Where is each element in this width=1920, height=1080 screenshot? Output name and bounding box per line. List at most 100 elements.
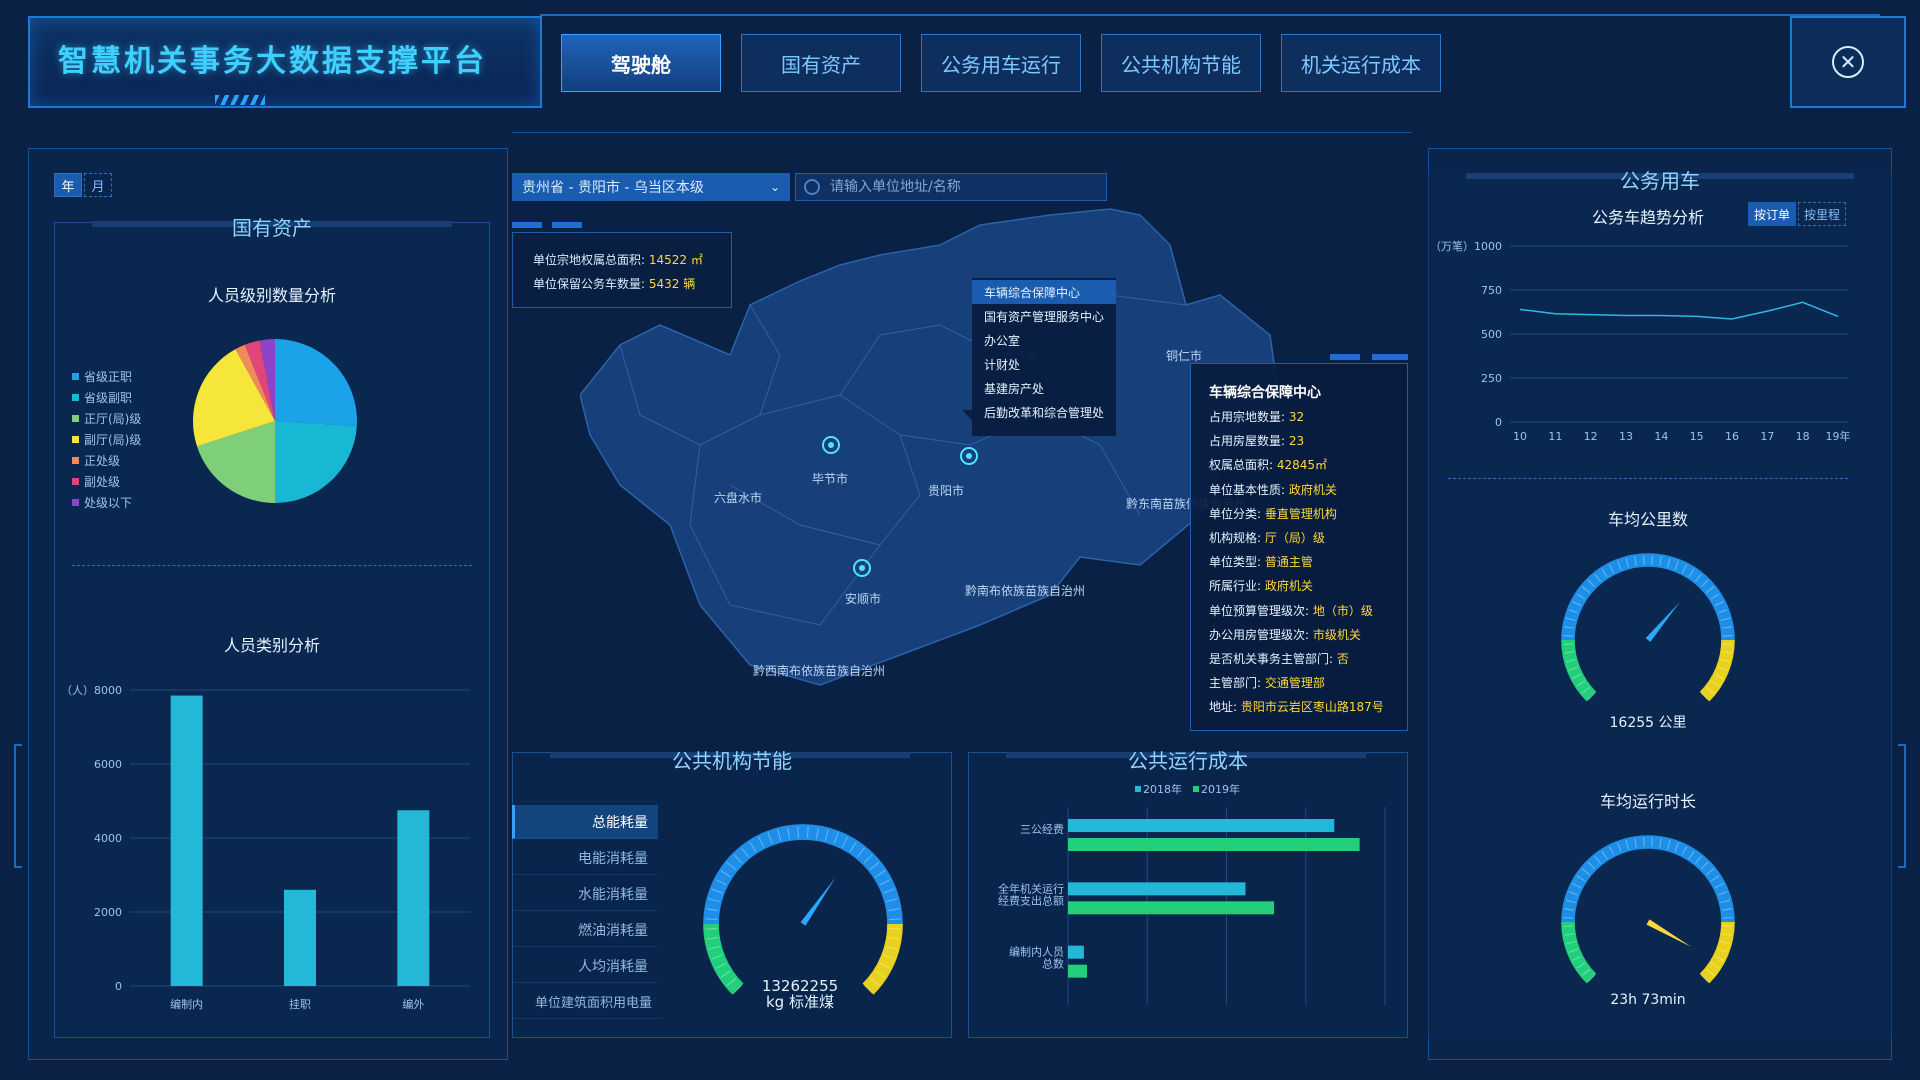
unit-detail-card: 车辆综合保障中心 占用宗地数量: 32 占用房屋数量: 23 权属总面积: 42…: [1190, 363, 1408, 731]
energy-item-per-area[interactable]: 单位建筑面积用电量: [512, 985, 662, 1019]
detail-row: 权属总面积: 42845㎡: [1209, 458, 1328, 473]
energy-item-total[interactable]: 总能耗量: [512, 805, 658, 839]
legend-label: 2018年: [1143, 782, 1182, 796]
pie-chart: [193, 339, 357, 503]
legend-item: 省级正职: [72, 366, 141, 387]
gauge-tick: [1643, 555, 1645, 565]
map-label-anshun: 安顺市: [845, 591, 881, 606]
gauge-tick: [889, 918, 901, 920]
category-label: 编制内人员: [1009, 945, 1064, 959]
gauge-tick: [705, 928, 717, 930]
energy-item-water[interactable]: 水能消耗量: [512, 877, 658, 911]
energy-item-per-capita[interactable]: 人均消耗量: [512, 949, 658, 983]
pie-slice: [275, 421, 357, 503]
gauge-arc: [1561, 553, 1735, 641]
tab-state-assets[interactable]: 国有资产: [741, 34, 901, 92]
gauge-tick: [889, 928, 901, 930]
y-tick-label: 4000: [94, 832, 122, 845]
map-label-qiannan: 黔南布依族苗族自治州: [965, 583, 1085, 598]
mode-route-button[interactable]: 按里程: [1798, 202, 1846, 226]
detail-row: 是否机关事务主管部门: 否: [1209, 651, 1349, 666]
title-decoration: [215, 95, 265, 105]
bar: [397, 810, 430, 986]
km-gauge: [1561, 553, 1735, 702]
y-tick-label: 2000: [94, 906, 122, 919]
period-month-button[interactable]: 月: [84, 173, 112, 197]
time-gauge: [1561, 835, 1735, 984]
detail-row: 单位类型: 普通主管: [1209, 555, 1313, 570]
category-label: 全年机关运行: [998, 881, 1064, 895]
gauge-arc: [703, 824, 903, 925]
tab-official-vehicles[interactable]: 公务用车运行: [921, 34, 1081, 92]
cars-value: 5432 辆: [648, 277, 696, 291]
detail-row: 单位基本性质: 政府机关: [1209, 482, 1337, 497]
gauge-arc: [1561, 835, 1735, 923]
x-tick-label: 19年: [1826, 429, 1851, 443]
gauge-needle: [800, 877, 836, 926]
time-value: 23h 73min: [1610, 992, 1686, 1008]
menu-item-logistics[interactable]: 后勤改革和综合管理处: [972, 400, 1116, 424]
gauge-tick: [1643, 837, 1645, 847]
category-label: 总数: [1042, 957, 1064, 971]
y-tick-label: （万笔）1000: [1430, 239, 1502, 253]
energy-item-fuel[interactable]: 燃油消耗量: [512, 913, 658, 947]
header-line: [540, 14, 1880, 16]
bar: [1068, 964, 1088, 978]
detail-title: 车辆综合保障中心: [1209, 385, 1321, 401]
close-icon: ✕: [1839, 50, 1857, 74]
detail-row: 单位分类: 垂直管理机构: [1209, 506, 1337, 521]
x-tick-label: 18: [1796, 430, 1810, 443]
gauge-needle: [1646, 919, 1691, 947]
pie-slice: [275, 339, 357, 427]
detail-row: 单位预算管理级次: 地（市）级: [1209, 603, 1373, 618]
y-tick-label: 0: [1495, 416, 1502, 429]
tab-energy-saving[interactable]: 公共机构节能: [1101, 34, 1261, 92]
legend-item: 副厅(局)级: [72, 429, 141, 450]
menu-item-construction[interactable]: 基建房产处: [972, 376, 1116, 400]
divider: [1448, 478, 1848, 479]
legend-item: 副处级: [72, 471, 141, 492]
mode-order-button[interactable]: 按订单: [1748, 202, 1796, 226]
legend-item: 正处级: [72, 450, 141, 471]
gauge-tick: [797, 826, 799, 838]
center-frame-top: [512, 132, 1412, 133]
unit-summary-box: 单位宗地权属总面积: 14522 ㎡ 单位保留公务车数量: 5432 辆: [512, 232, 732, 308]
category-label: 经费支出总额: [998, 893, 1064, 907]
x-tick-label: 14: [1654, 430, 1668, 443]
gauge-tick: [1723, 917, 1733, 919]
close-button[interactable]: ✕: [1832, 46, 1864, 78]
energy-item-electric[interactable]: 电能消耗量: [512, 841, 658, 875]
bar: [284, 889, 316, 986]
vehicle-title: 公务用车: [1620, 169, 1700, 193]
legend-label: 2019年: [1201, 782, 1240, 796]
cars-label: 单位保留公务车数量:: [533, 277, 646, 291]
x-tick-label: 11: [1548, 430, 1562, 443]
map-label-bijie: 毕节市: [812, 471, 848, 486]
menu-item-vehicle-center[interactable]: 车辆综合保障中心: [972, 280, 1116, 304]
x-tick-label: 12: [1584, 430, 1598, 443]
gauge-tick: [1723, 925, 1733, 927]
series-line: [1519, 301, 1839, 320]
tab-cockpit[interactable]: 驾驶舱: [561, 34, 721, 92]
tab-operating-cost[interactable]: 机关运行成本: [1281, 34, 1441, 92]
legend-swatch: [1135, 786, 1141, 792]
period-year-button[interactable]: 年: [54, 173, 82, 197]
unit-menu: 车辆综合保障中心 国有资产管理服务中心 办公室 计财处 基建房产处 后勤改革和综…: [972, 278, 1116, 436]
detail-row: 办公用房管理级次: 市级机关: [1209, 627, 1361, 642]
bar-title: 人员类别分析: [223, 636, 320, 655]
x-tick-label: 15: [1690, 430, 1704, 443]
x-tick-label: 10: [1513, 430, 1527, 443]
gauge-tick: [705, 918, 717, 920]
menu-item-asset-center[interactable]: 国有资产管理服务中心: [972, 304, 1116, 328]
menu-item-finance[interactable]: 计财处: [972, 352, 1116, 376]
gauge-tick: [1651, 555, 1653, 565]
frame-bracket-left: [14, 744, 22, 868]
x-tick-label: 13: [1619, 430, 1633, 443]
km-value: 16255 公里: [1609, 715, 1687, 731]
menu-item-office[interactable]: 办公室: [972, 328, 1116, 352]
bar: [1068, 838, 1360, 851]
menu-pointer: [962, 410, 974, 422]
x-tick-label: 编外: [402, 997, 424, 1011]
y-tick-label: 0: [115, 980, 122, 993]
map-label-qianxinan: 黔西南布依族苗族自治州: [753, 663, 885, 678]
